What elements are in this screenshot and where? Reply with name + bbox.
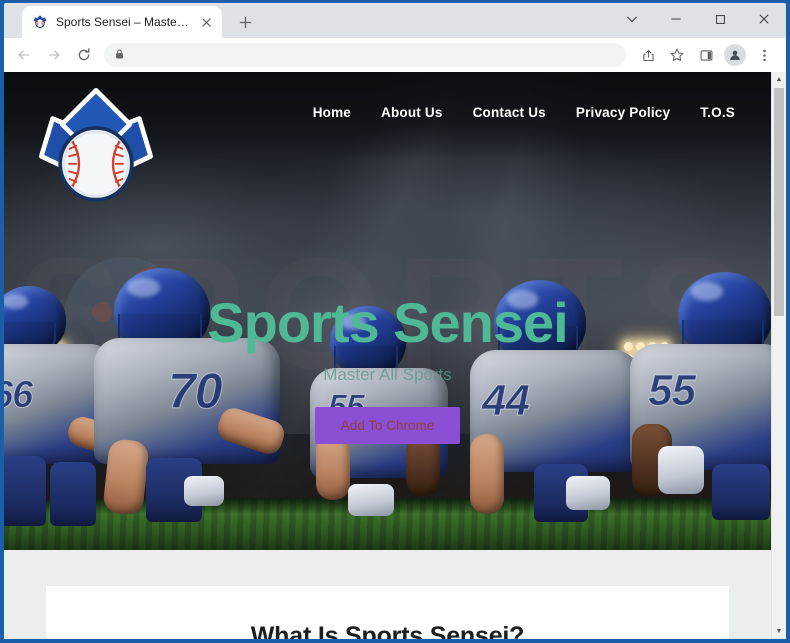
window-close-icon[interactable] bbox=[742, 3, 786, 35]
minimize-icon[interactable] bbox=[654, 3, 698, 35]
browser-window: Sports Sensei – Master All Sports bbox=[0, 0, 790, 643]
vertical-scrollbar[interactable]: ▲ ▼ bbox=[771, 72, 786, 639]
site-header: Home About Us Contact Us Privacy Policy … bbox=[4, 72, 771, 202]
window-controls bbox=[610, 3, 786, 35]
forward-arrow-icon[interactable] bbox=[40, 41, 68, 69]
lock-icon bbox=[114, 48, 125, 63]
browser-viewport: SPORTS bbox=[4, 72, 786, 639]
hero-subtitle: Master All Sports bbox=[323, 364, 452, 384]
bookmark-star-icon[interactable] bbox=[663, 41, 691, 69]
tab-close-icon[interactable] bbox=[198, 14, 214, 30]
content-card: What Is Sports Sensei? bbox=[46, 586, 729, 639]
section-heading: What Is Sports Sensei? bbox=[250, 622, 525, 639]
scroll-up-arrow-icon[interactable]: ▲ bbox=[772, 72, 786, 87]
nav-item-contact-us[interactable]: Contact Us bbox=[473, 105, 546, 120]
tab-title: Sports Sensei – Master All Sports bbox=[56, 15, 190, 29]
hero-section: SPORTS bbox=[4, 72, 771, 550]
new-tab-button[interactable] bbox=[231, 8, 259, 36]
three-dot-menu-icon[interactable] bbox=[750, 41, 778, 69]
side-panel-icon[interactable] bbox=[692, 41, 720, 69]
content-section: What Is Sports Sensei? bbox=[4, 550, 771, 639]
scroll-down-arrow-icon[interactable]: ▼ bbox=[772, 624, 786, 639]
hero-content: Sports Sensei Master All Sports Add To C… bbox=[4, 291, 771, 444]
tab-favicon-baseball-logo-icon bbox=[32, 14, 48, 30]
browser-tab-active[interactable]: Sports Sensei – Master All Sports bbox=[22, 6, 222, 38]
browser-toolbar bbox=[4, 38, 786, 72]
address-bar[interactable] bbox=[104, 43, 626, 67]
profile-avatar-icon[interactable] bbox=[724, 44, 746, 66]
site-nav: Home About Us Contact Us Privacy Policy … bbox=[313, 105, 749, 120]
chevron-down-icon[interactable] bbox=[610, 3, 654, 35]
share-icon[interactable] bbox=[634, 41, 662, 69]
back-arrow-icon[interactable] bbox=[10, 41, 38, 69]
scrollbar-thumb[interactable] bbox=[774, 88, 784, 316]
site-logo-baseball-icon[interactable] bbox=[30, 79, 162, 211]
maximize-icon[interactable] bbox=[698, 3, 742, 35]
hero-title: Sports Sensei bbox=[207, 291, 568, 354]
toolbar-right-actions bbox=[634, 41, 778, 69]
web-page: SPORTS bbox=[4, 72, 771, 639]
nav-item-about-us[interactable]: About Us bbox=[381, 105, 443, 120]
nav-item-tos[interactable]: T.O.S bbox=[700, 105, 735, 120]
nav-item-home[interactable]: Home bbox=[313, 105, 351, 120]
add-to-chrome-button[interactable]: Add To Chrome bbox=[314, 406, 461, 444]
nav-item-privacy-policy[interactable]: Privacy Policy bbox=[576, 105, 670, 120]
tab-strip: Sports Sensei – Master All Sports bbox=[4, 3, 786, 38]
reload-icon[interactable] bbox=[70, 41, 98, 69]
